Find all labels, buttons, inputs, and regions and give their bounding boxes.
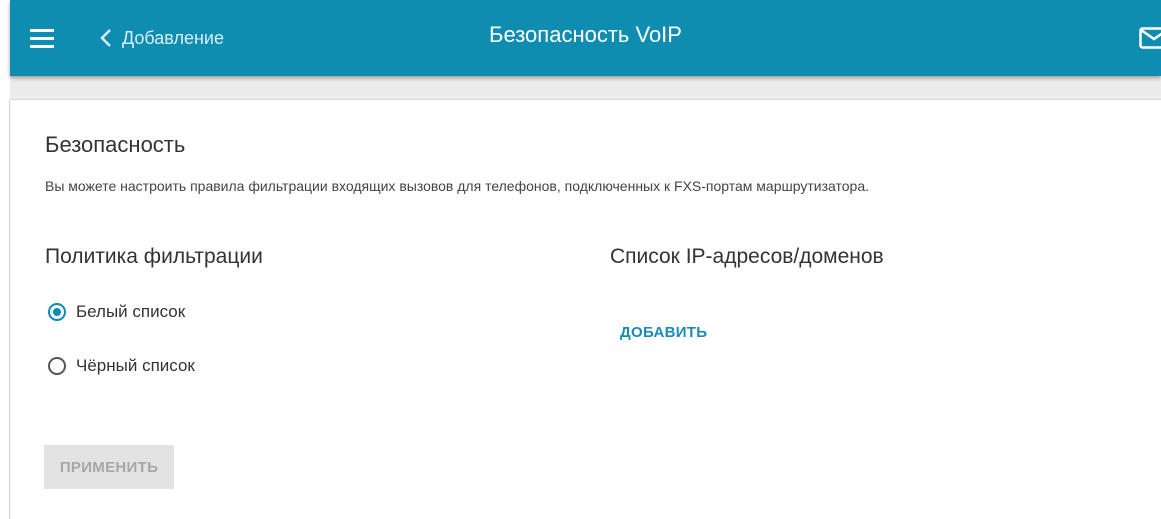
add-button[interactable]: ДОБАВИТЬ: [620, 324, 707, 341]
content-divider: [9, 100, 10, 519]
radio-unchecked-icon: [48, 357, 66, 375]
apply-button[interactable]: ПРИМЕНИТЬ: [44, 445, 174, 489]
top-header: Добавление Безопасность VoIP: [10, 0, 1161, 76]
radio-whitelist[interactable]: Белый список: [48, 302, 185, 322]
radio-blacklist-label: Чёрный список: [76, 356, 195, 375]
radio-blacklist[interactable]: Чёрный список: [48, 356, 195, 376]
ip-list-title: Список IP-адресов/доменов: [610, 245, 884, 268]
mail-icon: [1139, 27, 1161, 49]
page-title: Безопасность VoIP: [489, 22, 682, 47]
subheader-bar: [10, 76, 1161, 100]
radio-checked-icon: [48, 303, 66, 321]
radio-whitelist-label: Белый список: [76, 302, 186, 321]
mail-button[interactable]: [1139, 27, 1161, 49]
section-title: Безопасность: [45, 132, 186, 157]
filter-policy-title: Политика фильтрации: [45, 245, 263, 268]
section-description: Вы можете настроить правила фильтрации в…: [45, 178, 869, 194]
